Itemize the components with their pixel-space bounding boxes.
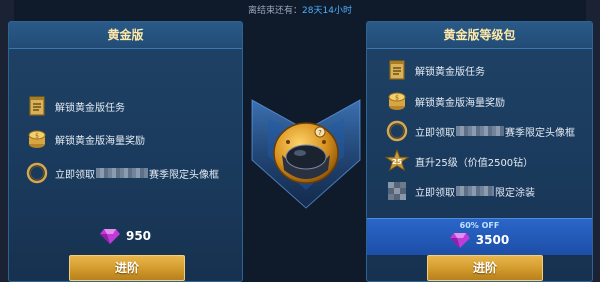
gold-feature-tasks: 解锁黄金版任务 <box>25 94 242 118</box>
gold-feature-avatar-frame: 立即领取 赛季限定头像框 <box>25 161 242 185</box>
upgrade-feature-avatar-frame-label: 立即领取 赛季限定头像框 <box>415 124 575 139</box>
upgrade-feature-rewards-label: 解锁黄金版海量奖励 <box>415 97 505 109</box>
gold-feature-rewards: $ 解锁黄金版海量奖励 <box>25 127 242 151</box>
upgrade-feature-avatar-frame: 立即领取 赛季限定头像框 <box>385 119 592 143</box>
claim-prefix: 立即领取 <box>415 127 455 139</box>
upgrade-feature-paint: 立即领取 限定涂装 <box>385 179 592 203</box>
helmet-emblem-icon: ? <box>251 99 361 209</box>
svg-text:$: $ <box>35 133 39 140</box>
redacted-paint-name <box>456 186 494 196</box>
upgrade-feature-tasks: 解锁黄金版任务 <box>385 58 592 82</box>
gold-pass-card: 黄金版 解锁黄金版任务 $ 解锁黄金版海量奖励 立即领取 赛季限定头像框 950… <box>8 21 243 282</box>
svg-text:25: 25 <box>392 157 402 166</box>
svg-text:$: $ <box>395 95 399 102</box>
pass-emblem: ? <box>250 60 362 225</box>
gem-icon <box>99 229 120 244</box>
gold-pass-title: 黄金版 <box>9 22 242 49</box>
event-timer: 离结束还有：28天14小时 <box>0 3 600 16</box>
spray-paint-icon <box>385 179 409 203</box>
task-scroll-icon <box>25 94 49 118</box>
ring-frame-icon <box>385 119 409 143</box>
timer-label: 离结束还有： <box>248 6 303 16</box>
upgrade-pack-upgrade-button[interactable]: 进阶 <box>427 255 543 281</box>
upgrade-feature-paint-label: 立即领取 限定涂装 <box>415 184 535 199</box>
timer-remaining: 28天14小时 <box>302 6 352 16</box>
upgrade-feature-rewards: $ 解锁黄金版海量奖励 <box>385 89 592 113</box>
claim-prefix: 立即领取 <box>55 169 95 181</box>
level-star-icon: 25 <box>385 148 409 173</box>
gold-feature-rewards-label: 解锁黄金版海量奖励 <box>55 135 145 147</box>
discount-label: 60% OFF <box>459 221 500 230</box>
gem-icon <box>449 233 470 248</box>
upgrade-pack-price-value: 3500 <box>475 233 510 247</box>
svg-text:?: ? <box>318 129 322 137</box>
gold-feature-tasks-label: 解锁黄金版任务 <box>55 102 125 114</box>
ring-frame-icon <box>25 161 49 185</box>
task-scroll-icon <box>385 58 409 82</box>
upgrade-pack-title: 黄金版等级包 <box>367 22 592 49</box>
upgrade-pack-price: 3500 <box>367 232 592 248</box>
gold-pass-price: 950 <box>9 228 242 244</box>
upgrade-pack-card: 黄金版等级包 解锁黄金版任务 $ 解锁黄金版海量奖励 立即领取 赛季限定头像框 … <box>366 21 593 282</box>
redacted-season-name <box>96 168 148 178</box>
upgrade-feature-tasks-label: 解锁黄金版任务 <box>415 66 485 78</box>
upgrade-feature-level-boost-label: 直升25级（价值2500钻） <box>415 157 534 169</box>
frame-suffix: 赛季限定头像框 <box>505 127 575 139</box>
paint-suffix: 限定涂装 <box>495 187 535 199</box>
gold-feature-avatar-frame-label: 立即领取 赛季限定头像框 <box>55 166 219 181</box>
gold-pass-price-value: 950 <box>125 229 152 243</box>
upgrade-feature-level-boost: 25 直升25级（价值2500钻） <box>385 148 592 173</box>
claim-prefix: 立即领取 <box>415 187 455 199</box>
redacted-season-name <box>456 126 504 136</box>
gold-pass-upgrade-button[interactable]: 进阶 <box>69 255 185 281</box>
coin-stack-icon: $ <box>25 127 49 151</box>
frame-suffix: 赛季限定头像框 <box>149 169 219 181</box>
coin-stack-icon: $ <box>385 89 409 113</box>
